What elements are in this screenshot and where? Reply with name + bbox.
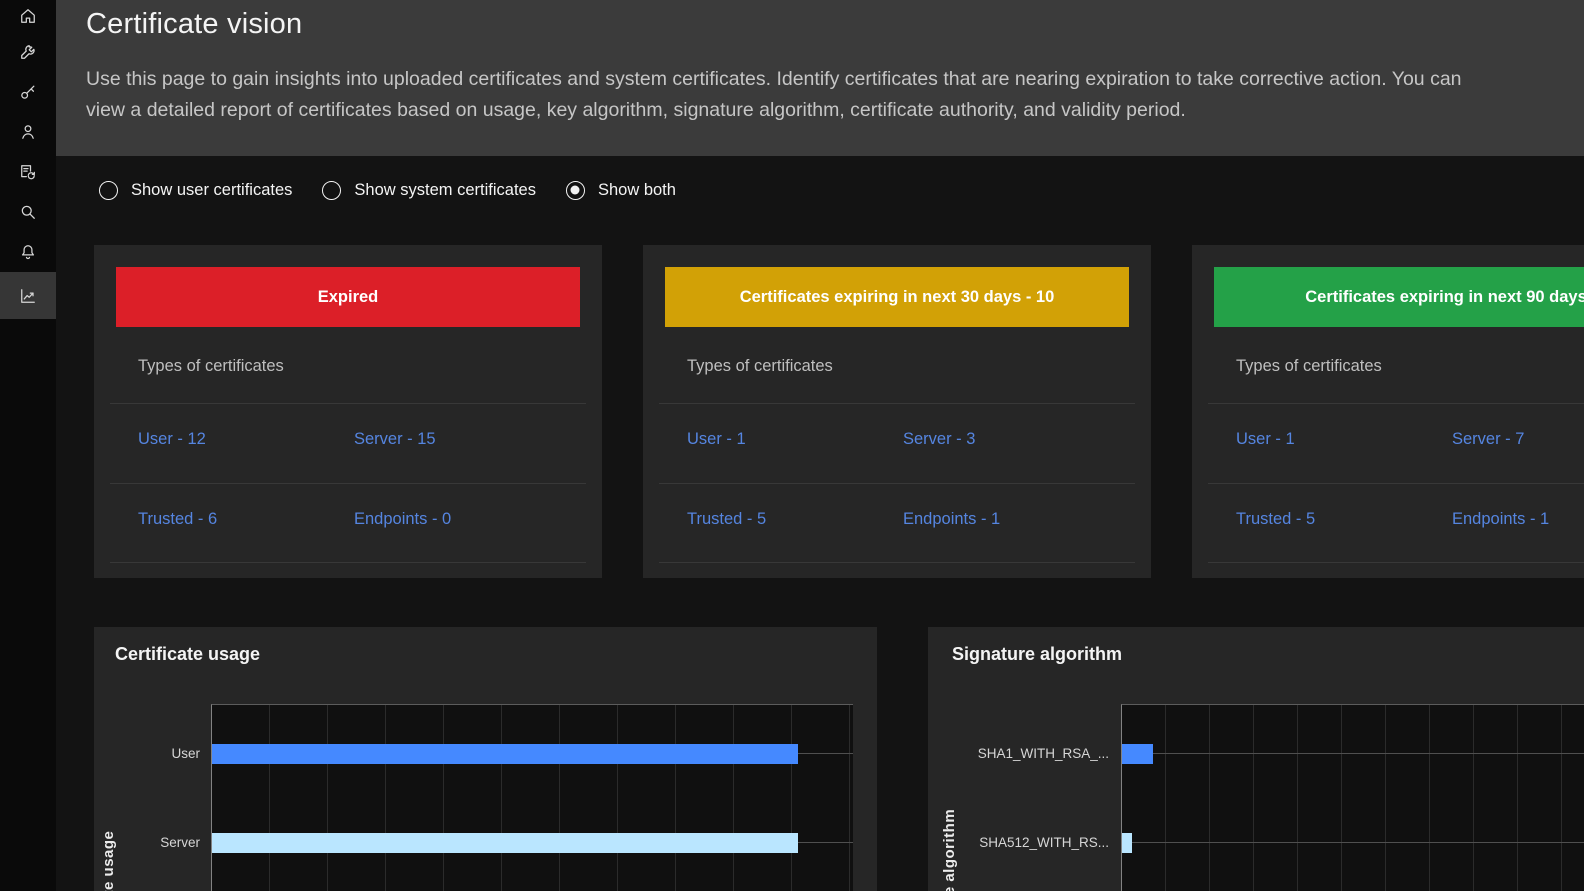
- signature-algorithm-chart-card: Signature algorithm SHA1_WITH_RSA_... SH…: [928, 627, 1584, 891]
- types-of-certificates-label: Types of certificates: [1236, 357, 1584, 376]
- search-icon: [18, 202, 38, 222]
- user-certificates-link[interactable]: User - 1: [687, 430, 746, 448]
- sidebar-item-notifications[interactable]: [0, 232, 56, 272]
- expired-certificates-card: Expired Types of certificates User - 12 …: [94, 245, 602, 578]
- cert-type-link-row: Trusted - 6 Endpoints - 0: [94, 484, 602, 529]
- user-certificates-link[interactable]: User - 12: [138, 430, 206, 448]
- server-bar[interactable]: [212, 833, 798, 853]
- expired-banner: Expired: [116, 267, 580, 327]
- certificate-usage-plot-area: [211, 704, 853, 891]
- sidebar-item-keys[interactable]: [0, 72, 56, 112]
- page-description-line1: Use this page to gain insights into uplo…: [86, 64, 1566, 95]
- divider: [110, 562, 586, 563]
- page-description-line2: view a detailed report of certificates b…: [86, 95, 1566, 126]
- sidebar-item-home[interactable]: [0, 0, 56, 32]
- charts-row: Certificate usage User Server Signature …: [94, 627, 1584, 891]
- signature-algorithm-plot-area: [1121, 704, 1584, 891]
- radio-show-both[interactable]: Show both: [566, 181, 676, 200]
- wrench-icon: [18, 42, 38, 62]
- summary-cards-row: Expired Types of certificates User - 12 …: [94, 245, 1584, 578]
- user-icon: [18, 122, 38, 142]
- category-label-user: User: [94, 746, 200, 761]
- server-certificates-link[interactable]: Server - 7: [1452, 430, 1524, 448]
- server-certificates-link[interactable]: Server - 3: [903, 430, 975, 448]
- sidebar-item-tools[interactable]: [0, 32, 56, 72]
- cert-type-link-row: User - 12 Server - 15: [94, 404, 602, 449]
- sidebar-item-users[interactable]: [0, 112, 56, 152]
- gridline: [1122, 842, 1584, 843]
- radio-circle-icon[interactable]: [99, 181, 118, 200]
- chart-title: Signature algorithm: [952, 644, 1122, 665]
- gridline: [1122, 753, 1584, 754]
- expiring-90-days-card: Certificates expiring in next 90 days Ty…: [1192, 245, 1584, 578]
- user-certificates-link[interactable]: User - 1: [1236, 430, 1295, 448]
- expiring-90-days-banner: Certificates expiring in next 90 days: [1214, 267, 1584, 327]
- divider: [1208, 562, 1584, 563]
- chart-title: Certificate usage: [115, 644, 260, 665]
- category-label-sha512: SHA512_WITH_RS...: [938, 835, 1109, 850]
- sha1-bar[interactable]: [1122, 744, 1153, 764]
- cert-type-link-row: Trusted - 5 Endpoints - 1: [1192, 484, 1584, 529]
- page-header: Certificate vision Use this page to gain…: [56, 0, 1584, 156]
- radio-show-system-certificates[interactable]: Show system certificates: [322, 181, 536, 200]
- radio-label: Show both: [598, 181, 676, 200]
- sidebar-item-audit-log[interactable]: [0, 152, 56, 192]
- expiring-30-days-banner: Certificates expiring in next 30 days - …: [665, 267, 1129, 327]
- user-bar[interactable]: [212, 744, 798, 764]
- sidebar-item-search[interactable]: [0, 192, 56, 232]
- category-label-sha1: SHA1_WITH_RSA_...: [938, 746, 1109, 761]
- endpoints-certificates-link[interactable]: Endpoints - 1: [1452, 510, 1549, 528]
- key-icon: [18, 82, 38, 102]
- page-description: Use this page to gain insights into uplo…: [86, 64, 1566, 126]
- radio-show-user-certificates[interactable]: Show user certificates: [99, 181, 292, 200]
- types-of-certificates-label: Types of certificates: [138, 357, 602, 376]
- home-icon: [18, 6, 38, 26]
- radio-circle-icon[interactable]: [566, 181, 585, 200]
- usage-y-axis-label: Certificate usage: [100, 831, 117, 891]
- radio-circle-icon[interactable]: [322, 181, 341, 200]
- sidebar-item-certificate-vision[interactable]: [0, 272, 56, 319]
- expiring-30-days-card: Certificates expiring in next 30 days - …: [643, 245, 1151, 578]
- sha512-bar[interactable]: [1122, 833, 1132, 853]
- trusted-certificates-link[interactable]: Trusted - 6: [138, 510, 217, 528]
- signature-y-axis-label: Signature algorithm: [941, 809, 958, 891]
- cert-type-link-row: User - 1 Server - 7: [1192, 404, 1584, 449]
- line-chart-icon: [18, 286, 38, 306]
- certificate-usage-chart-card: Certificate usage User Server: [94, 627, 877, 891]
- radio-label: Show user certificates: [131, 181, 292, 200]
- radio-label: Show system certificates: [354, 181, 536, 200]
- trusted-certificates-link[interactable]: Trusted - 5: [1236, 510, 1315, 528]
- certificate-filter-radio-group: Show user certificates Show system certi…: [99, 174, 676, 206]
- trusted-certificates-link[interactable]: Trusted - 5: [687, 510, 766, 528]
- endpoints-certificates-link[interactable]: Endpoints - 1: [903, 510, 1000, 528]
- cert-type-link-row: User - 1 Server - 3: [643, 404, 1151, 449]
- types-of-certificates-label: Types of certificates: [687, 357, 1151, 376]
- endpoints-certificates-link[interactable]: Endpoints - 0: [354, 510, 451, 528]
- bell-icon: [18, 242, 38, 262]
- audit-log-icon: [18, 162, 38, 182]
- divider: [659, 562, 1135, 563]
- server-certificates-link[interactable]: Server - 15: [354, 430, 436, 448]
- left-nav-sidebar: [0, 0, 56, 891]
- cert-type-link-row: Trusted - 5 Endpoints - 1: [643, 484, 1151, 529]
- page-title: Certificate vision: [86, 8, 302, 41]
